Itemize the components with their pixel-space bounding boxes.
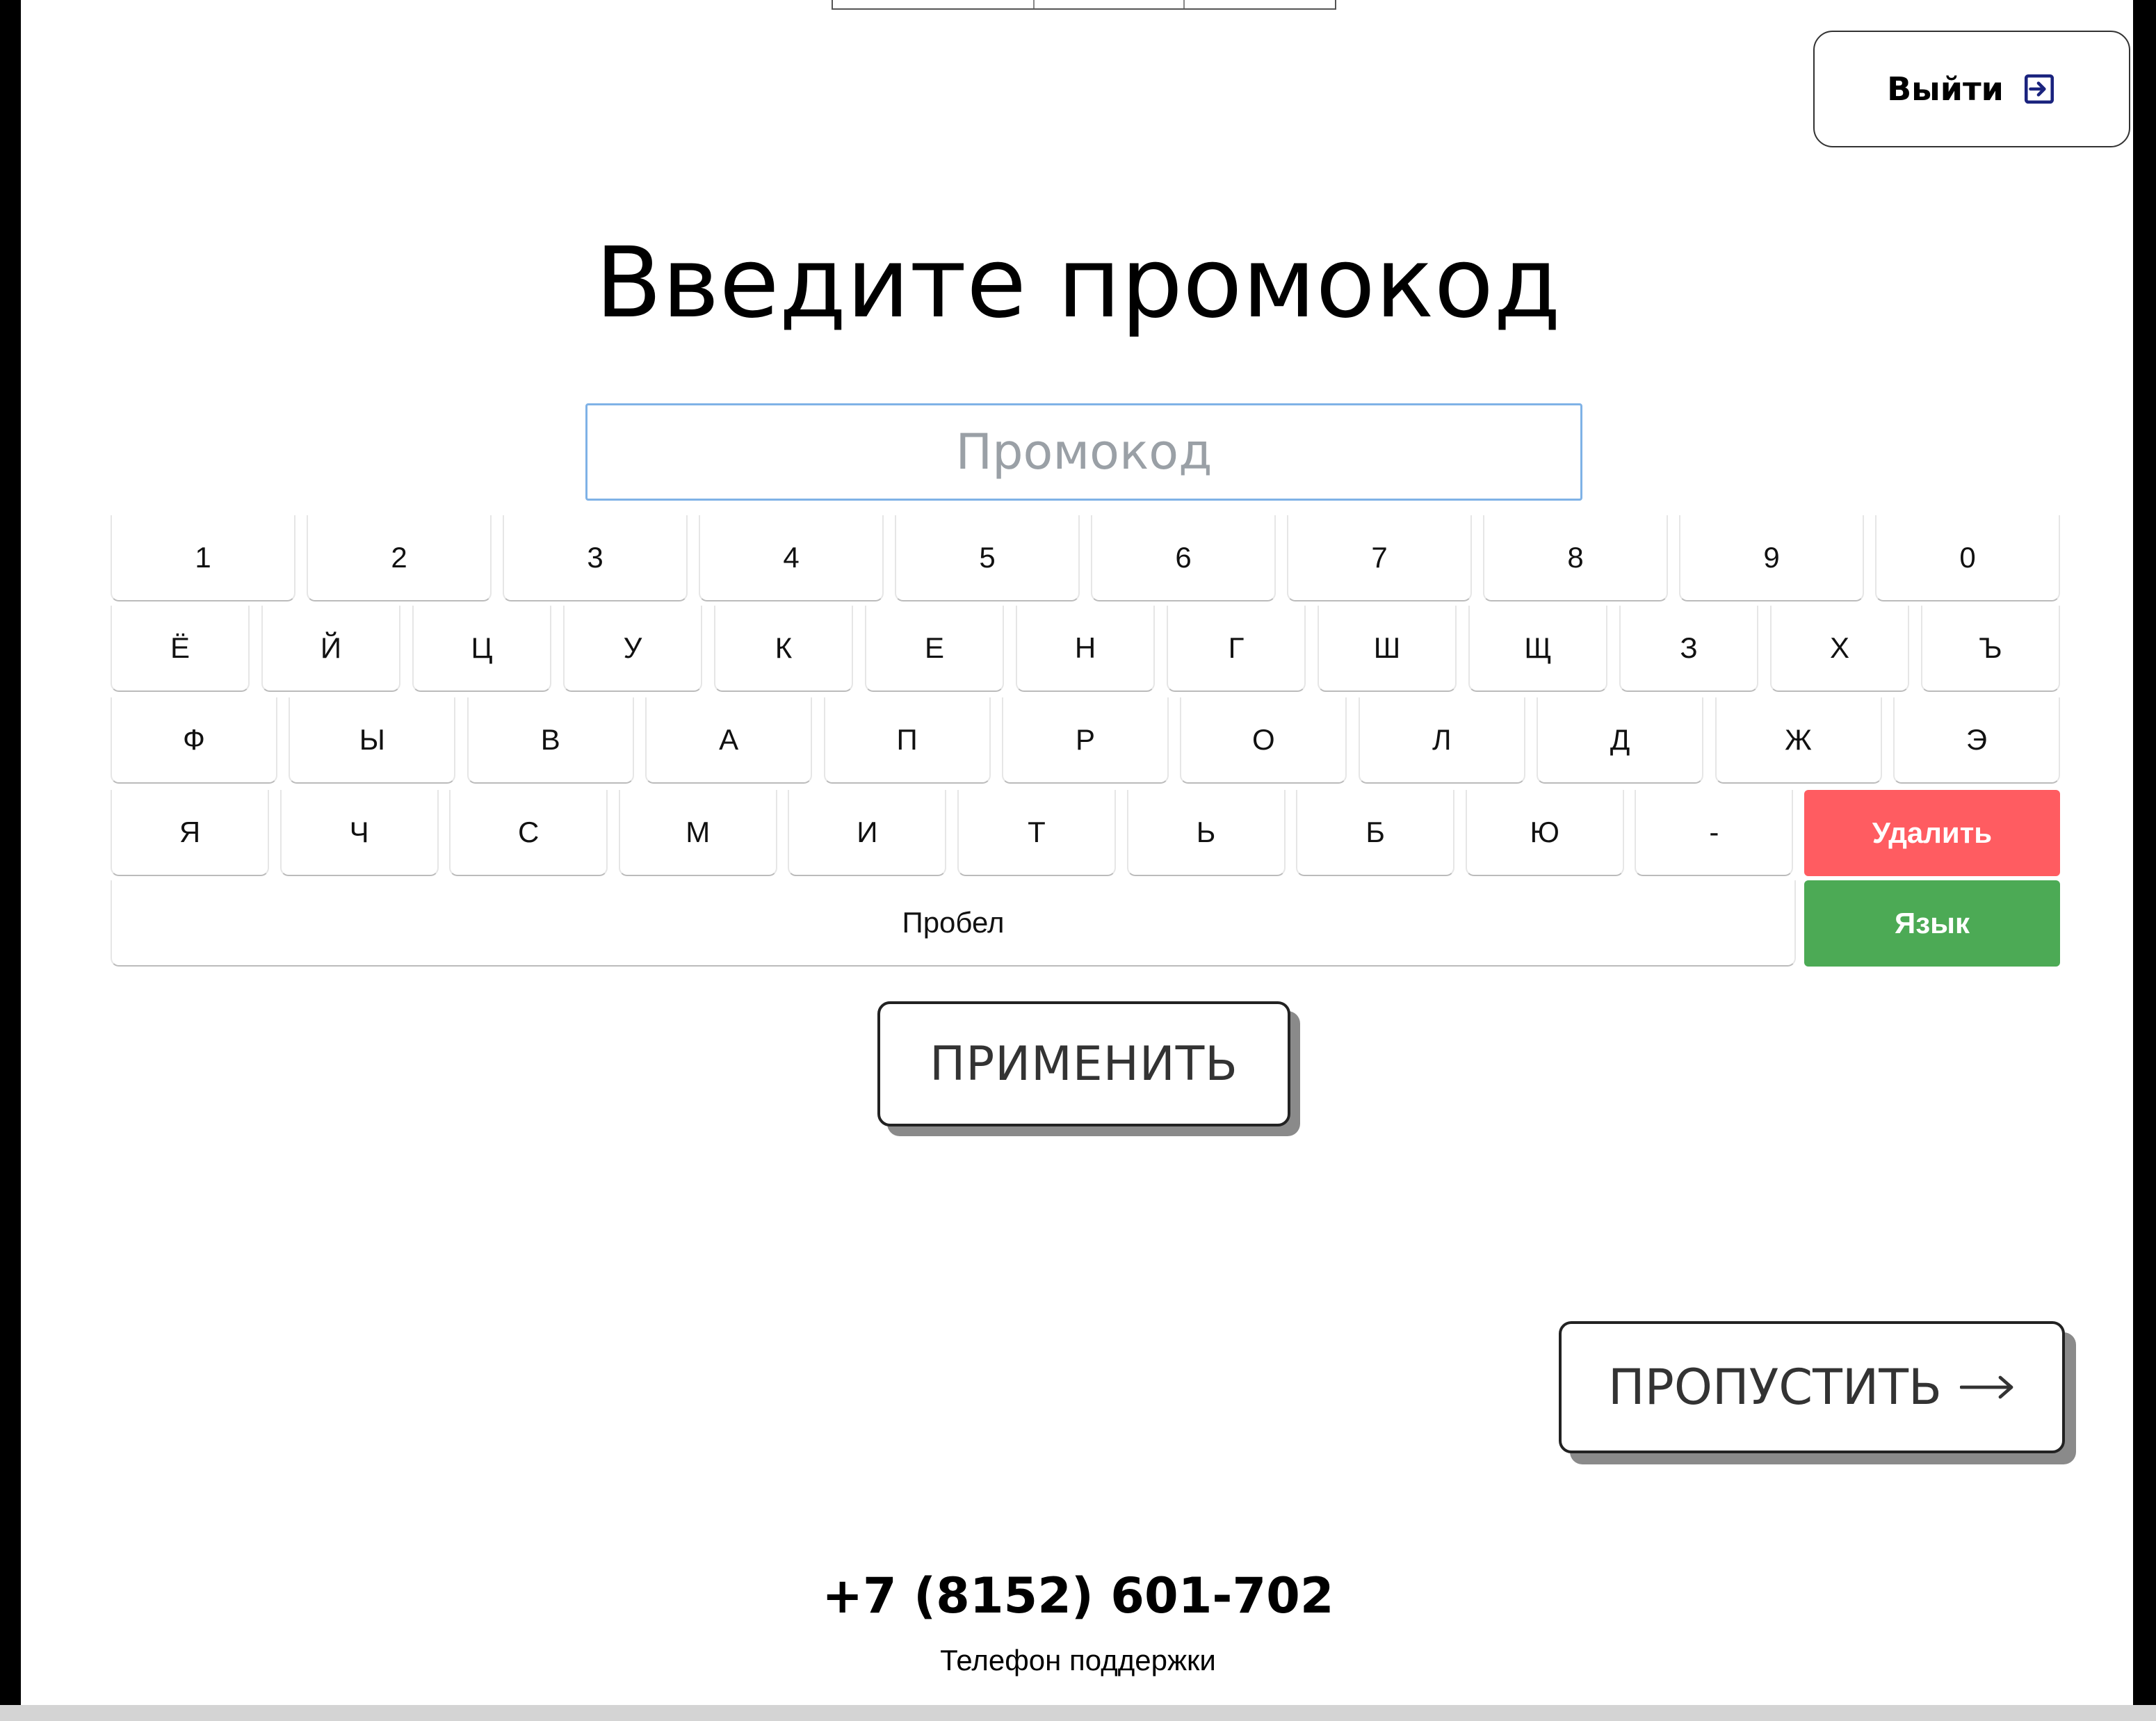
support-phone: +7 (8152) 601-702 bbox=[822, 1567, 1334, 1624]
letter-key-r1-4[interactable]: К bbox=[714, 606, 853, 692]
window-frame-bottom bbox=[0, 1705, 2156, 1721]
top-strip bbox=[832, 0, 1336, 10]
letter-key-r3-0[interactable]: Я bbox=[111, 790, 269, 876]
keyboard-row-2: ФЫВАПРОЛДЖЭ bbox=[111, 697, 2060, 784]
support-phone-caption: Телефон поддержки bbox=[940, 1644, 1216, 1676]
letter-key-r1-0[interactable]: Ё bbox=[111, 606, 250, 692]
letter-key-r1-3[interactable]: У bbox=[563, 606, 702, 692]
digit-key-4[interactable]: 5 bbox=[895, 515, 1080, 601]
keyboard-row-digits: 1234567890 bbox=[111, 515, 2060, 601]
digit-key-1[interactable]: 2 bbox=[307, 515, 492, 601]
letter-key-r2-0[interactable]: Ф bbox=[111, 697, 277, 784]
letter-key-r2-5[interactable]: Р bbox=[1001, 697, 1169, 784]
digit-key-2[interactable]: 3 bbox=[503, 515, 688, 601]
letter-key-r2-4[interactable]: П bbox=[823, 697, 991, 784]
apply-button[interactable]: ПРИМЕНИТЬ bbox=[877, 1001, 1290, 1126]
skip-button-label: ПРОПУСТИТЬ bbox=[1607, 1359, 1943, 1416]
letter-key-r3-1[interactable]: Ч bbox=[279, 790, 439, 876]
letter-key-r2-2[interactable]: В bbox=[467, 697, 634, 784]
digit-key-5[interactable]: 6 bbox=[1091, 515, 1276, 601]
exit-button[interactable]: Выйти bbox=[1813, 31, 2130, 147]
skip-button[interactable]: ПРОПУСТИТЬ bbox=[1559, 1321, 2065, 1453]
letter-key-r2-3[interactable]: А bbox=[645, 697, 813, 784]
letter-key-r1-8[interactable]: Ш bbox=[1318, 606, 1457, 692]
language-key[interactable]: Язык bbox=[1804, 880, 2060, 967]
letter-key-r1-6[interactable]: Н bbox=[1016, 606, 1155, 692]
digit-key-9[interactable]: 0 bbox=[1875, 515, 2060, 601]
letter-key-r1-2[interactable]: Ц bbox=[412, 606, 551, 692]
letter-key-r1-7[interactable]: Г bbox=[1167, 606, 1306, 692]
letter-key-r1-12[interactable]: Ъ bbox=[1921, 606, 2060, 692]
letter-key-r3-5[interactable]: Т bbox=[957, 790, 1116, 876]
page-title: Введите промокод bbox=[595, 227, 1561, 340]
digit-key-3[interactable]: 4 bbox=[699, 515, 884, 601]
letter-key-r2-8[interactable]: Д bbox=[1537, 697, 1704, 784]
letter-key-r1-5[interactable]: Е bbox=[865, 606, 1004, 692]
digit-key-0[interactable]: 1 bbox=[111, 515, 295, 601]
keyboard-row-1: ЁЙЦУКЕНГШЩЗХЪ bbox=[111, 606, 2060, 692]
letter-key-r1-9[interactable]: Щ bbox=[1468, 606, 1607, 692]
letter-key-r3-8[interactable]: Ю bbox=[1465, 790, 1624, 876]
letter-key-r1-11[interactable]: Х bbox=[1770, 606, 1909, 692]
letter-key-r3-4[interactable]: И bbox=[788, 790, 947, 876]
arrow-right-icon bbox=[1960, 1375, 2013, 1399]
exit-button-label: Выйти bbox=[1887, 70, 2004, 108]
letter-key-r2-1[interactable]: Ы bbox=[289, 697, 456, 784]
delete-key[interactable]: Удалить bbox=[1804, 790, 2060, 876]
letter-key-r3-2[interactable]: С bbox=[449, 790, 608, 876]
digit-key-6[interactable]: 7 bbox=[1287, 515, 1472, 601]
digit-key-8[interactable]: 9 bbox=[1679, 515, 1864, 601]
letter-key-r1-10[interactable]: З bbox=[1619, 606, 1758, 692]
letter-key-r1-1[interactable]: Й bbox=[261, 606, 400, 692]
letter-key-r2-10[interactable]: Э bbox=[1892, 697, 2060, 784]
digit-key-7[interactable]: 8 bbox=[1483, 515, 1668, 601]
keyboard-row-4: Пробел Язык bbox=[111, 880, 2060, 967]
keyboard-row-3: Я Ч С М И Т Ь Б Ю - Удалить bbox=[111, 790, 2060, 876]
letter-key-r2-6[interactable]: О bbox=[1180, 697, 1347, 784]
letter-key-r2-7[interactable]: Л bbox=[1358, 697, 1525, 784]
logout-icon bbox=[2024, 74, 2054, 104]
letter-key-r3-9[interactable]: - bbox=[1635, 790, 1794, 876]
letter-key-r3-6[interactable]: Ь bbox=[1126, 790, 1286, 876]
letter-key-r3-7[interactable]: Б bbox=[1296, 790, 1455, 876]
letter-key-r2-9[interactable]: Ж bbox=[1715, 697, 1882, 784]
promo-code-input[interactable] bbox=[585, 403, 1582, 501]
letter-key-r3-3[interactable]: М bbox=[618, 790, 777, 876]
space-key[interactable]: Пробел bbox=[111, 880, 1796, 967]
